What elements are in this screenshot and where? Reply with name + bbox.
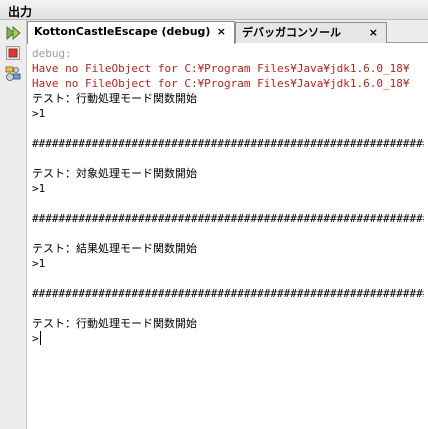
output-line: Have no FileObject for C:¥Program Files¥… <box>32 77 410 90</box>
output-console[interactable]: debug: Have no FileObject for C:¥Program … <box>28 44 424 429</box>
output-line: >1 <box>32 107 46 120</box>
rerun-icon[interactable] <box>5 25 21 41</box>
tab-label: デバッガコンソール <box>242 26 341 39</box>
output-line: ########################################… <box>32 287 424 300</box>
tab-debugger-console[interactable]: デバッガコンソール × <box>235 22 387 43</box>
tab-label: KottonCastleEscape (debug) <box>34 25 211 38</box>
output-line: ########################################… <box>32 212 424 225</box>
output-line: テスト：行動処理モード関数開始 <box>32 92 197 105</box>
output-settings-icon[interactable] <box>5 66 21 82</box>
output-line: テスト：対象処理モード関数開始 <box>32 167 197 180</box>
close-icon[interactable]: × <box>217 22 226 41</box>
stop-icon[interactable] <box>5 45 21 61</box>
output-line: >1 <box>32 182 46 195</box>
output-line: debug: <box>32 47 72 60</box>
output-toolbar <box>0 20 27 429</box>
output-line: ########################################… <box>32 137 424 150</box>
close-icon[interactable]: × <box>369 23 378 42</box>
output-line: テスト：行動処理モード関数開始 <box>32 317 197 330</box>
tab-kottoncastleescape-debug[interactable]: KottonCastleEscape (debug) × <box>27 21 235 44</box>
panel-title: 出力 <box>8 5 33 19</box>
output-panel-header: 出力 <box>0 0 428 20</box>
output-tabs: KottonCastleEscape (debug) × デバッガコンソール × <box>27 20 428 44</box>
output-line: > <box>32 331 41 345</box>
output-line: テスト：結果処理モード関数開始 <box>32 242 197 255</box>
text-cursor <box>39 331 41 345</box>
output-line: Have no FileObject for C:¥Program Files¥… <box>32 62 410 75</box>
output-line: >1 <box>32 257 46 270</box>
